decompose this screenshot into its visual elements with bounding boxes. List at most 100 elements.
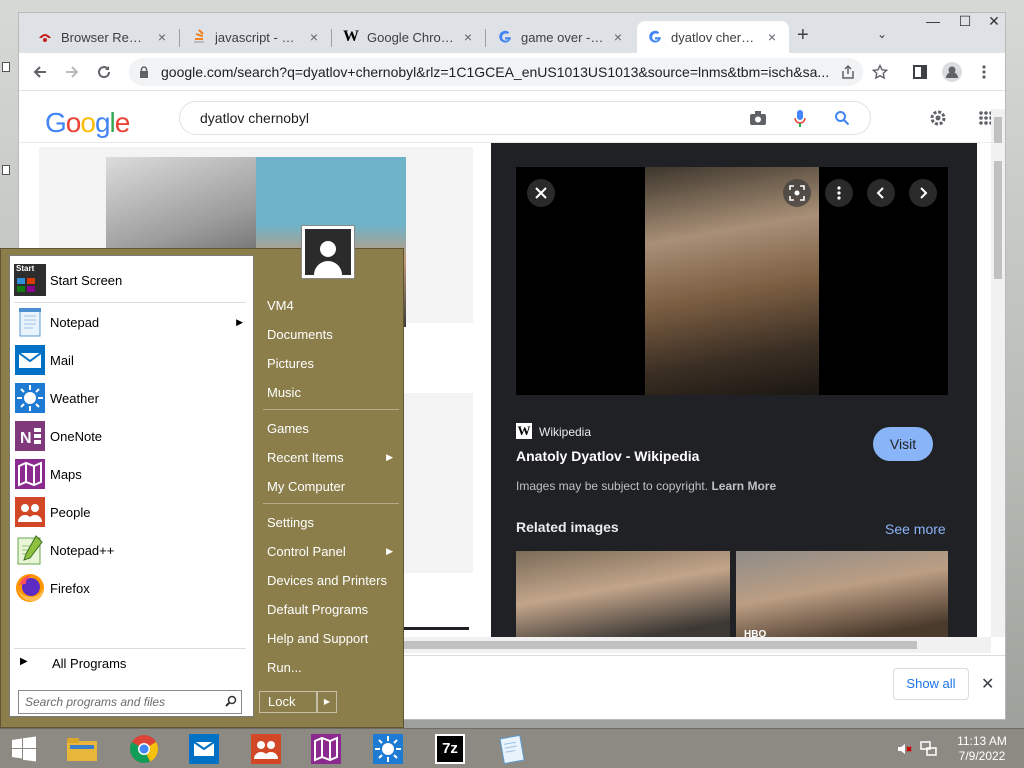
camera-icon[interactable] (747, 107, 769, 129)
program-people[interactable]: People (14, 494, 249, 530)
related-images-heading: Related images (516, 519, 619, 535)
preview-title[interactable]: Anatoly Dyatlov - Wikipedia (516, 448, 699, 464)
close-button[interactable]: ✕ (980, 12, 1008, 32)
scrollbar-thumb[interactable] (401, 641, 917, 649)
place-default-programs[interactable]: Default Programs (263, 595, 399, 623)
chevron-down-icon[interactable]: ⌄ (877, 27, 887, 41)
tab-close-button[interactable]: × (155, 29, 169, 45)
tab-title: javascript - How (215, 29, 301, 45)
network-icon[interactable] (920, 741, 938, 760)
place-run[interactable]: Run... (263, 653, 399, 681)
program-firefox[interactable]: Firefox (14, 570, 249, 606)
tab-close-button[interactable]: × (765, 29, 779, 45)
place-devices-and-printers[interactable]: Devices and Printers (263, 566, 399, 594)
place-music[interactable]: Music (263, 378, 399, 406)
tab-close-button[interactable]: × (611, 29, 625, 45)
bookmark-star-icon[interactable] (867, 59, 893, 85)
start-button[interactable] (0, 729, 48, 768)
shutdown-options-arrow-icon[interactable]: ▶ (317, 691, 337, 713)
taskbar-chrome[interactable] (116, 731, 172, 767)
more-options-icon[interactable] (825, 179, 853, 207)
profile-avatar-icon[interactable] (939, 59, 965, 85)
tab-browser-reaper[interactable]: Browser Reaper × (27, 21, 179, 53)
place-help-and-support[interactable]: Help and Support (263, 624, 399, 652)
program-onenote[interactable]: N OneNote (14, 418, 249, 454)
user-silhouette-icon (305, 229, 351, 275)
program-start-screen[interactable]: Start Start Screen (14, 262, 249, 298)
place-my-computer[interactable]: My Computer (263, 472, 399, 500)
taskbar-mail[interactable] (176, 731, 232, 767)
source-name[interactable]: Wikipedia (539, 425, 591, 439)
taskbar-weather[interactable] (360, 731, 416, 767)
speaker-muted-icon[interactable] (896, 741, 912, 760)
maximize-button[interactable]: ☐ (950, 12, 980, 32)
divider (14, 302, 246, 303)
kebab-menu-icon[interactable] (971, 59, 997, 85)
tab-game-over[interactable]: game over - Go × (487, 21, 635, 53)
google-logo[interactable]: Google (45, 107, 130, 139)
related-image[interactable] (736, 551, 948, 649)
user-avatar[interactable] (301, 225, 355, 279)
notepadpp-icon (14, 534, 46, 566)
lock-button[interactable]: Lock (259, 691, 317, 713)
program-notepadpp[interactable]: Notepad++ (14, 532, 249, 568)
place-control-panel[interactable]: Control Panel ▶ (263, 537, 399, 565)
learn-more-link[interactable]: Learn More (711, 479, 776, 493)
see-more-link[interactable]: See more (885, 521, 946, 537)
people-icon (14, 496, 46, 528)
desktop-icon[interactable] (2, 62, 10, 72)
place-pictures[interactable]: Pictures (263, 349, 399, 377)
taskbar-people[interactable] (238, 731, 294, 767)
taskbar-file-explorer[interactable] (54, 731, 110, 767)
taskbar-maps[interactable] (298, 731, 354, 767)
download-bar-close-button[interactable]: ✕ (981, 674, 994, 694)
reload-icon[interactable] (91, 59, 117, 85)
microphone-icon[interactable] (789, 107, 811, 129)
all-programs-button[interactable]: All Programs (52, 656, 126, 671)
tab-javascript[interactable]: javascript - How × (181, 21, 331, 53)
gear-icon[interactable] (927, 107, 949, 129)
minimize-button[interactable]: — (918, 12, 948, 32)
place-documents[interactable]: Documents (263, 320, 399, 348)
clock[interactable]: 11:13 AM 7/9/2022 (950, 734, 1014, 764)
place-vm4[interactable]: VM4 (263, 291, 399, 319)
tab-dyatlov-chernobyl[interactable]: dyatlov chernob × (637, 21, 789, 53)
start-search-input[interactable]: Search programs and files (18, 690, 242, 714)
search-icon[interactable] (831, 107, 853, 129)
program-maps[interactable]: Maps (14, 456, 249, 492)
chevron-left-icon[interactable] (867, 179, 895, 207)
back-arrow-icon[interactable] (27, 59, 53, 85)
tab-close-button[interactable]: × (307, 29, 321, 45)
program-weather[interactable]: Weather (14, 380, 249, 416)
address-bar[interactable]: google.com/search?q=dyatlov+chernobyl&rl… (129, 58, 863, 86)
visit-button[interactable]: Visit (873, 427, 933, 461)
vertical-scrollbar[interactable] (991, 109, 1005, 637)
close-icon[interactable] (527, 179, 555, 207)
share-icon[interactable] (835, 59, 861, 85)
forward-arrow-icon[interactable] (59, 59, 85, 85)
tab-close-button[interactable]: × (461, 29, 475, 45)
related-image[interactable] (516, 551, 730, 649)
start-screen-icon: Start (14, 264, 46, 296)
lens-icon[interactable] (783, 179, 811, 207)
taskbar-7zip[interactable]: 7z (422, 731, 478, 767)
tab-google-chrome[interactable]: W Google Chrome × (333, 21, 485, 53)
onenote-icon: N (14, 420, 46, 452)
taskbar-notepad[interactable] (484, 731, 540, 767)
image-preview-panel: W Wikipedia Anatoly Dyatlov - Wikipedia … (491, 143, 977, 649)
google-g-icon (647, 29, 663, 45)
show-all-button[interactable]: Show all (893, 668, 969, 700)
desktop-icon[interactable] (2, 165, 10, 175)
program-notepad[interactable]: Notepad ▶ (14, 304, 249, 340)
chevron-right-icon[interactable] (909, 179, 937, 207)
program-mail[interactable]: Mail (14, 342, 249, 378)
scrollbar-thumb[interactable] (994, 117, 1002, 143)
scrollbar-thumb[interactable] (994, 161, 1002, 279)
place-games[interactable]: Games (263, 414, 399, 442)
side-panel-icon[interactable] (907, 59, 933, 85)
place-recent-items[interactable]: Recent Items ▶ (263, 443, 399, 471)
new-tab-button[interactable]: + (797, 25, 809, 45)
place-settings[interactable]: Settings (263, 508, 399, 536)
clock-time: 11:13 AM (957, 734, 1007, 748)
url-text: google.com/search?q=dyatlov+chernobyl&rl… (161, 64, 830, 80)
